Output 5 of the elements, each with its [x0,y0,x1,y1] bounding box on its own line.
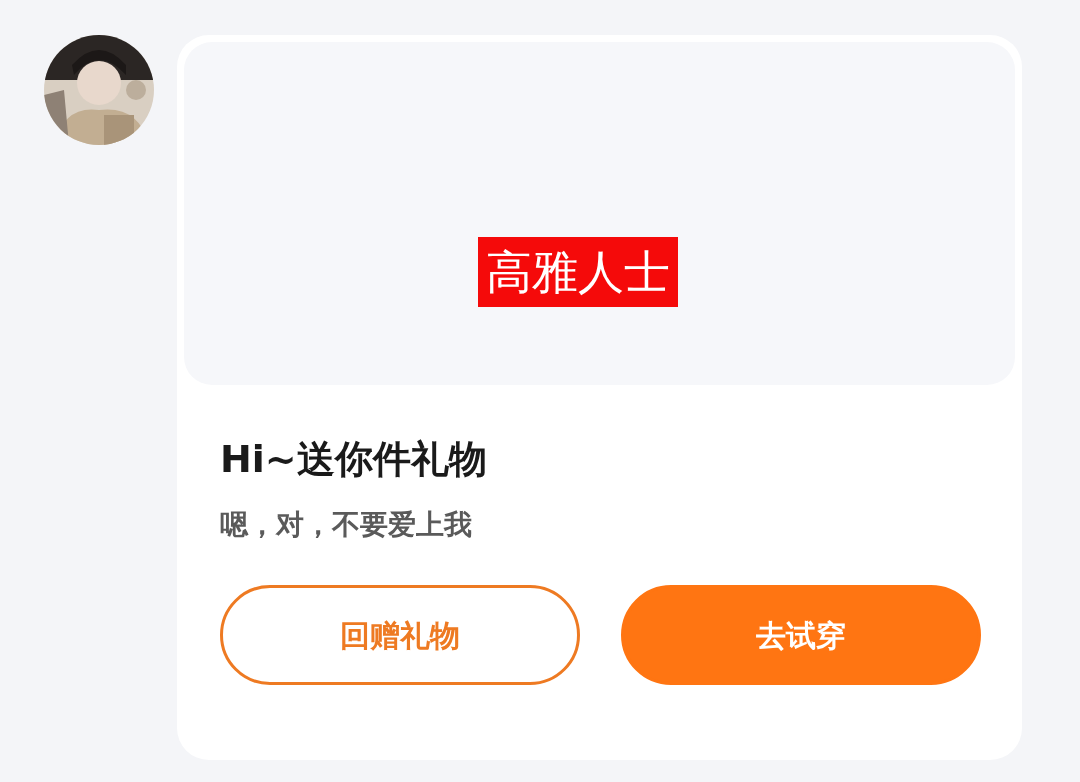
return-gift-button[interactable]: 回赠礼物 [220,585,580,685]
message-title: Hi~送你件礼物 [220,436,488,483]
message-text: 嗯，对，不要爱上我 [220,507,473,543]
item-label: 高雅人士 [478,237,678,307]
try-on-button[interactable]: 去试穿 [621,585,981,685]
